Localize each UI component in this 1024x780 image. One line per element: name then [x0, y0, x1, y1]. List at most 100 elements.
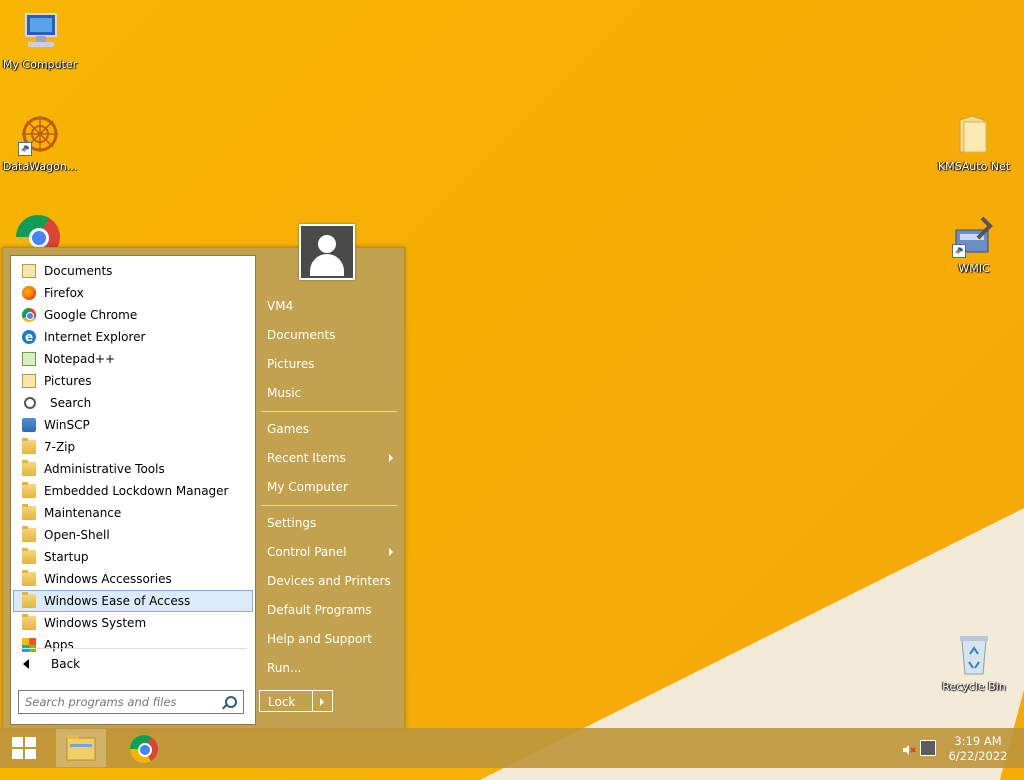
- programs-pane: Documents Firefox Google Chrome Internet…: [10, 255, 256, 725]
- start-menu: Documents Firefox Google Chrome Internet…: [2, 247, 405, 730]
- desktop-icon-datawagon[interactable]: ↗ DataWagon...: [0, 112, 80, 173]
- desktop-icon-my-computer[interactable]: My Computer: [0, 10, 80, 71]
- taskbar-file-explorer-button[interactable]: [56, 729, 106, 767]
- taskbar-chrome-button[interactable]: [118, 729, 168, 767]
- desktop-icon-label: My Computer: [2, 58, 78, 71]
- program-label: Search: [50, 396, 92, 410]
- clock-time: 3:19 AM: [954, 734, 1002, 748]
- program-label: Notepad++: [44, 352, 116, 366]
- speaker-muted-icon[interactable]: [902, 742, 916, 755]
- lock-button-group: Lock: [259, 690, 333, 712]
- winscp-icon: [22, 418, 36, 432]
- right-item-help-and-support[interactable]: Help and Support: [259, 625, 399, 654]
- right-item-games[interactable]: Games: [259, 415, 399, 444]
- right-item-label: Games: [267, 422, 309, 436]
- user-head-icon: [318, 235, 336, 253]
- back-button[interactable]: Back: [19, 653, 247, 675]
- shutdown-options-button[interactable]: [313, 690, 333, 712]
- right-item-default-programs[interactable]: Default Programs: [259, 596, 399, 625]
- recycle-bin-icon: [952, 632, 996, 676]
- right-item-label: Default Programs: [267, 603, 372, 617]
- right-item-recent-items[interactable]: Recent Items: [259, 444, 399, 473]
- program-item-pictures[interactable]: Pictures: [13, 370, 253, 392]
- folder-icon: [22, 614, 36, 630]
- right-item-label: Recent Items: [267, 451, 346, 465]
- program-item-open-shell[interactable]: Open-Shell: [13, 524, 253, 546]
- program-label: Windows System: [44, 616, 147, 630]
- program-label: Maintenance: [44, 506, 122, 520]
- program-label: Windows Ease of Access: [44, 594, 191, 608]
- right-item-label: Help and Support: [267, 632, 372, 646]
- program-item-7zip[interactable]: 7-Zip: [13, 436, 253, 458]
- program-item-maintenance[interactable]: Maintenance: [13, 502, 253, 524]
- program-label: Internet Explorer: [44, 330, 146, 344]
- right-item-control-panel[interactable]: Control Panel: [259, 538, 399, 567]
- program-item-startup[interactable]: Startup: [13, 546, 253, 568]
- submenu-arrow-icon: [389, 454, 393, 462]
- ie-icon: [22, 327, 36, 347]
- search-icon: [24, 397, 36, 409]
- divider: [261, 411, 397, 412]
- program-item-notepadpp[interactable]: Notepad++: [13, 348, 253, 370]
- user-body-icon: [310, 254, 344, 276]
- program-label: Firefox: [44, 286, 84, 300]
- desktop-icon-recycle-bin[interactable]: Recycle Bin: [934, 632, 1014, 693]
- program-item-internet-explorer[interactable]: Internet Explorer: [13, 326, 253, 348]
- desktop-icon-chrome[interactable]: [16, 215, 60, 247]
- chrome-icon: [22, 308, 36, 322]
- program-item-firefox[interactable]: Firefox: [13, 282, 253, 304]
- right-item-documents[interactable]: Documents: [259, 321, 399, 350]
- right-item-devices-and-printers[interactable]: Devices and Printers: [259, 567, 399, 596]
- program-item-administrative-tools[interactable]: Administrative Tools: [13, 458, 253, 480]
- submenu-arrow-icon: [389, 548, 393, 556]
- clock[interactable]: 3:19 AM 6/22/2022: [948, 734, 1008, 764]
- chrome-icon: [16, 215, 60, 247]
- user-avatar[interactable]: [299, 224, 355, 280]
- program-item-embedded-lockdown-manager[interactable]: Embedded Lockdown Manager: [13, 480, 253, 502]
- program-label: Pictures: [44, 374, 92, 388]
- start-button[interactable]: [0, 728, 48, 768]
- folder-icon: [952, 112, 996, 156]
- folder-icon: [22, 526, 36, 542]
- program-item-winscp[interactable]: WinSCP: [13, 414, 253, 436]
- folder-icon: [22, 548, 36, 564]
- right-item-music[interactable]: Music: [259, 379, 399, 408]
- search-box: [18, 690, 244, 714]
- program-label: WinSCP: [44, 418, 90, 432]
- right-item-label: Control Panel: [267, 545, 347, 559]
- folder-icon: [22, 482, 36, 498]
- program-item-windows-ease-of-access[interactable]: Windows Ease of Access: [13, 590, 253, 612]
- program-label: Startup: [44, 550, 89, 564]
- right-item-label: Pictures: [267, 357, 315, 371]
- firefox-icon: [22, 286, 36, 300]
- desktop-icon-kmsauto[interactable]: KMSAuto Net: [934, 112, 1014, 173]
- right-item-settings[interactable]: Settings: [259, 509, 399, 538]
- program-item-search[interactable]: Search: [13, 392, 253, 414]
- search-icon[interactable]: [225, 696, 237, 708]
- right-item-run[interactable]: Run...: [259, 654, 399, 683]
- program-label: Embedded Lockdown Manager: [44, 484, 229, 498]
- right-item-label: Settings: [267, 516, 317, 530]
- program-item-google-chrome[interactable]: Google Chrome: [13, 304, 253, 326]
- right-item-user[interactable]: VM4: [259, 292, 399, 321]
- folder-icon: [22, 438, 36, 454]
- back-label: Back: [51, 657, 81, 671]
- program-label: 7-Zip: [44, 440, 76, 454]
- right-item-my-computer[interactable]: My Computer: [259, 473, 399, 502]
- pictures-icon: [22, 374, 36, 388]
- windows-logo-icon: [12, 737, 37, 759]
- network-icon[interactable]: [920, 740, 936, 756]
- program-item-documents[interactable]: Documents: [13, 260, 253, 282]
- program-label: Windows Accessories: [44, 572, 172, 586]
- search-input[interactable]: [19, 694, 223, 710]
- clock-date: 6/22/2022: [948, 749, 1008, 763]
- program-item-windows-accessories[interactable]: Windows Accessories: [13, 568, 253, 590]
- right-item-label: Music: [267, 386, 302, 400]
- program-item-windows-system[interactable]: Windows System: [13, 612, 253, 634]
- lock-button[interactable]: Lock: [259, 690, 313, 712]
- desktop-icon-wmic[interactable]: ↗ WMIC: [934, 214, 1014, 275]
- shortcut-arrow-icon: ↗: [18, 142, 32, 156]
- computer-icon: [18, 10, 62, 54]
- program-list: Documents Firefox Google Chrome Internet…: [11, 256, 255, 656]
- right-item-pictures[interactable]: Pictures: [259, 350, 399, 379]
